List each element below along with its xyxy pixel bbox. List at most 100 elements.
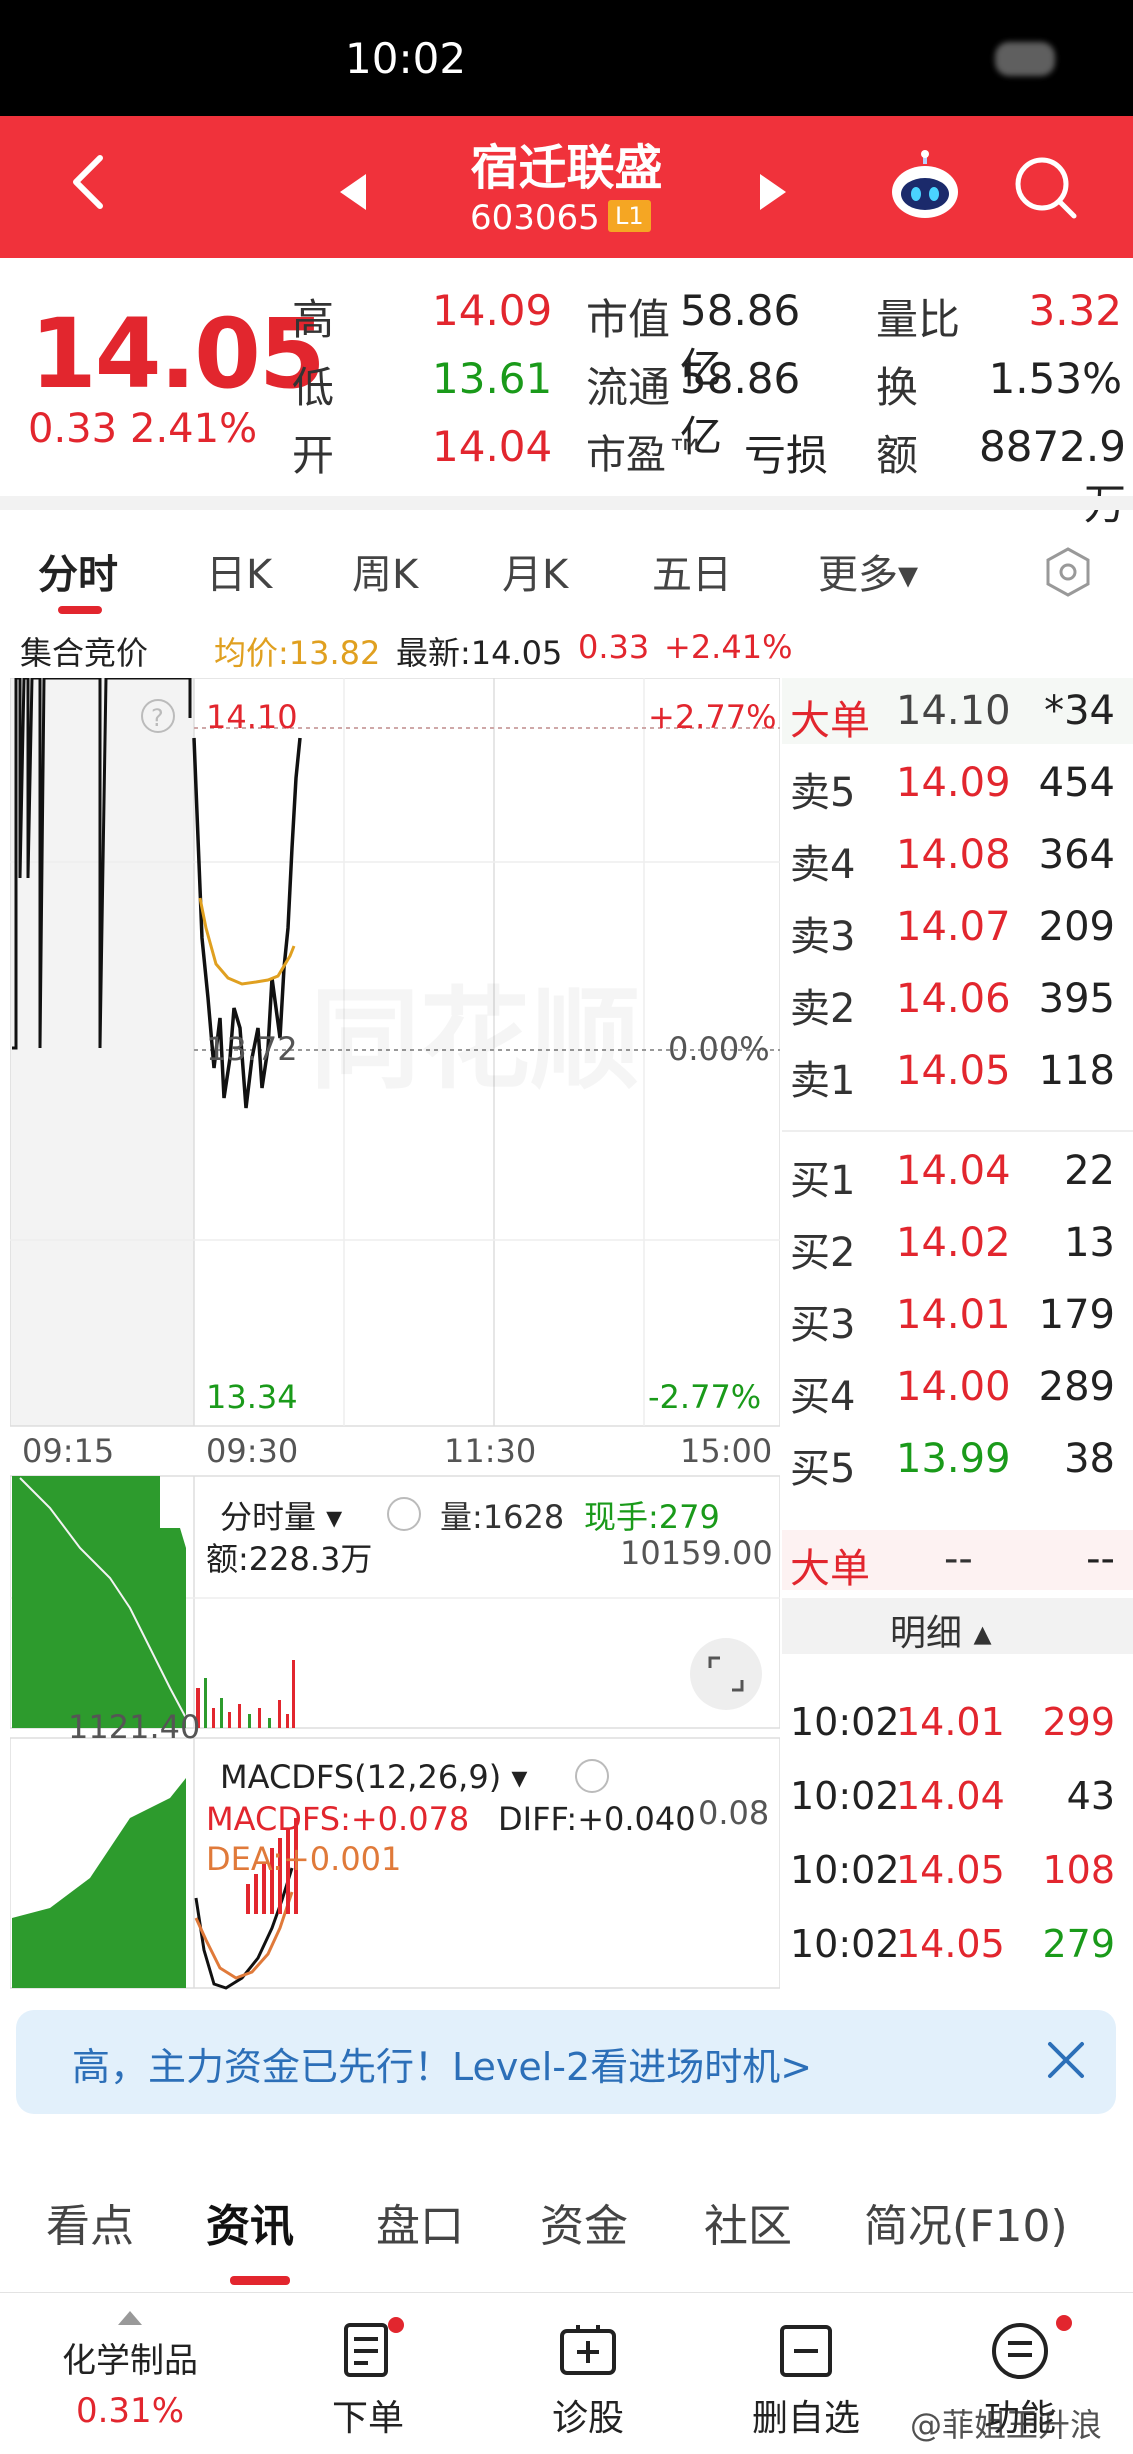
vol-ratio-value: 3.32: [1028, 286, 1122, 335]
latest-change-pct: +2.41%: [664, 628, 793, 666]
tab-funds[interactable]: 资金: [540, 2190, 628, 2254]
float-label: 流通: [586, 363, 671, 412]
chart-price-bottom: 13.34: [206, 1378, 298, 1416]
tab-news[interactable]: 资讯: [206, 2190, 294, 2254]
tab-community[interactable]: 社区: [704, 2190, 792, 2254]
bid-row-3[interactable]: 买3 14.01 179: [782, 1282, 1133, 1352]
mkt-cap-label: 市值: [586, 295, 671, 344]
high-value: 14.09: [432, 286, 553, 335]
close-icon[interactable]: [1038, 2032, 1094, 2088]
latest-price: 最新:14.05: [396, 634, 563, 672]
level-badge[interactable]: L1: [608, 200, 651, 232]
big-order-bottom[interactable]: 大单 -- --: [782, 1526, 1133, 1596]
low-value: 13.61: [432, 354, 553, 403]
ask-row-1[interactable]: 卖1 14.05 118: [782, 1038, 1133, 1108]
tab-order-book[interactable]: 盘口: [376, 2190, 464, 2254]
auction-label: 集合竞价: [20, 634, 149, 672]
stock-code: 603065: [470, 198, 600, 238]
tab-daily-k[interactable]: 日K: [206, 542, 272, 600]
macd-indicator-select[interactable]: MACDFS(12,26,9) ▾: [220, 1758, 527, 1796]
intraday-info-row: 集合竞价 均价:13.82 最新:14.05 0.33 +2.41%: [0, 620, 792, 676]
sector-name: 化学制品: [62, 2341, 198, 2381]
ask-row-3[interactable]: 卖3 14.07 209: [782, 894, 1133, 964]
robot-assistant-icon[interactable]: [888, 150, 962, 224]
detail-row: 10:02 14.05 279: [790, 1922, 1115, 1966]
search-icon[interactable]: [1010, 152, 1080, 222]
time-label-1500: 15:00: [680, 1432, 773, 1470]
nav-remove-watchlist[interactable]: 删自选: [706, 2293, 906, 2454]
notification-dot: [1056, 2315, 1072, 2331]
turnover-value: 1.53%: [988, 354, 1122, 403]
vol-ratio-label: 量比: [876, 295, 961, 344]
time-label-0930: 09:30: [206, 1432, 299, 1470]
open-value: 14.04: [432, 422, 553, 471]
minus-square-icon: [780, 2325, 832, 2377]
status-time: 10:02: [345, 34, 467, 83]
volume-value: 量:1628: [440, 1498, 565, 1536]
ask-row-5[interactable]: 卖5 14.09 454: [782, 750, 1133, 820]
intraday-chart[interactable]: 同花顺 ? 14.10 +2.77% 13.72 0.00% 13.34 -2.…: [10, 678, 780, 1990]
tab-weekly-k[interactable]: 周K: [352, 542, 418, 600]
bid-row-5[interactable]: 买5 13.99 38: [782, 1426, 1133, 1496]
volume-amount: 额:228.3万: [206, 1540, 373, 1578]
tab-monthly-k[interactable]: 月K: [502, 542, 568, 600]
big-order-top[interactable]: 大单 14.10 *34: [782, 678, 1133, 748]
price-change: 0.33: [28, 406, 118, 452]
diagnose-plus-icon: [560, 2325, 616, 2375]
low-label: 低: [292, 363, 335, 412]
quote-panel: 14.05 0.33 2.41% 高 14.09 低 13.61 开 14.04…: [0, 258, 1133, 529]
pe-value: 亏损: [744, 431, 829, 480]
bid-row-2[interactable]: 买2 14.02 13: [782, 1210, 1133, 1280]
time-label-0915: 09:15: [22, 1432, 115, 1470]
next-arrow-icon[interactable]: [760, 174, 786, 210]
turnover-label: 换: [876, 363, 919, 412]
latest-change: 0.33: [578, 628, 650, 666]
nav-sector[interactable]: 化学制品 0.31%: [30, 2293, 230, 2454]
amount-label: 额: [876, 431, 919, 480]
open-label: 开: [292, 431, 335, 480]
nav-diagnose[interactable]: 诊股: [488, 2293, 688, 2454]
macd-right-value: 0.08: [698, 1794, 770, 1832]
chart-price-mid: 13.72: [206, 1030, 298, 1068]
svg-text:同花顺: 同花顺: [310, 976, 640, 1104]
volume-max: 10159.00: [620, 1534, 773, 1572]
content-tabs: 看点 资讯 盘口 资金 社区 简况(F10): [0, 2150, 1133, 2290]
chart-pct-mid: 0.00%: [668, 1030, 770, 1068]
notification-dot: [388, 2317, 404, 2333]
diff-value: DIFF:+0.040: [498, 1800, 696, 1838]
active-tab-indicator: [230, 2276, 290, 2285]
volume-mid: 1121.40: [68, 1708, 201, 1746]
dea-value: DEA:+0.001: [206, 1840, 402, 1878]
active-tab-indicator: [58, 606, 102, 614]
menu-circle-icon: [992, 2323, 1048, 2379]
current-price: 14.05: [30, 298, 326, 410]
high-label: 高: [292, 295, 335, 344]
detail-header[interactable]: 明细 ▴: [782, 1598, 1133, 1654]
divider: [0, 496, 1133, 510]
status-indicator-icon: [995, 42, 1055, 76]
nav-order[interactable]: 下单: [268, 2293, 468, 2454]
weibo-watermark: @菲姐王升浪: [910, 2406, 1103, 2444]
avg-price: 均价:13.82: [214, 634, 381, 672]
volume-indicator-select[interactable]: 分时量 ▾: [220, 1492, 342, 1538]
stock-name: 宿迁联盛: [470, 140, 663, 196]
sector-change: 0.31%: [75, 2391, 184, 2431]
level2-promo-banner[interactable]: 高，主力资金已先行！Level-2看进场时机>: [16, 2010, 1116, 2114]
price-change-pct: 2.41%: [130, 406, 258, 452]
ask-row-2[interactable]: 卖2 14.06 395: [782, 966, 1133, 1036]
bid-row-1[interactable]: 买1 14.04 22: [782, 1138, 1133, 1208]
detail-row: 10:02 14.01 299: [790, 1700, 1115, 1744]
current-hand: 现手:279: [584, 1498, 720, 1536]
bid-row-4[interactable]: 买4 14.00 289: [782, 1354, 1133, 1424]
chart-pct-bottom: -2.77%: [648, 1378, 762, 1416]
banner-text: 高，主力资金已先行！Level-2看进场时机>: [72, 2045, 813, 2089]
order-book: 大单 14.10 *34 卖5 14.09 454 卖4 14.08 364 卖3 14.…: [782, 678, 1133, 1990]
tab-highlights[interactable]: 看点: [46, 2190, 134, 2254]
ask-row-4[interactable]: 卖4 14.08 364: [782, 822, 1133, 892]
tab-intraday[interactable]: 分时: [38, 542, 118, 600]
chart-pct-top: +2.77%: [648, 698, 777, 736]
settings-hexagon-icon[interactable]: [1042, 546, 1094, 598]
tab-more[interactable]: 更多▾: [818, 542, 918, 600]
tab-five-day[interactable]: 五日: [652, 542, 732, 600]
tab-profile-f10[interactable]: 简况(F10): [864, 2190, 1068, 2254]
